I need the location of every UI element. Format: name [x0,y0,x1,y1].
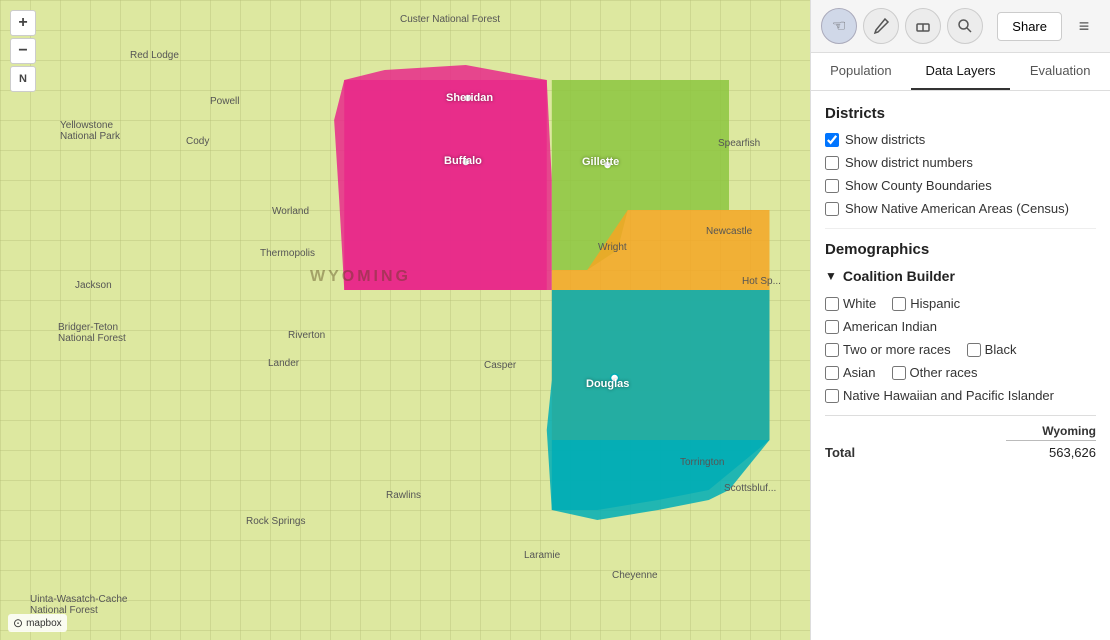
show-districts-checkbox[interactable] [825,133,839,147]
american-indian-checkbox[interactable] [825,320,839,334]
american-indian-item: American Indian [825,319,937,334]
zoom-in-button[interactable]: + [10,10,36,36]
coalition-builder-header: ▼ Coalition Builder [825,268,1096,284]
right-panel: ☜ Share ≡ Population Data Layers Evaluat… [810,0,1110,640]
show-district-numbers-row: Show district numbers [825,155,1096,170]
search-tool-button[interactable] [947,8,983,44]
other-races-checkbox[interactable] [892,366,906,380]
hispanic-item: Hispanic [892,296,960,311]
demographics-row-4: Asian Other races [825,365,1096,380]
white-label: White [843,296,876,311]
tab-data-layers[interactable]: Data Layers [911,53,1011,90]
two-or-more-checkbox[interactable] [825,343,839,357]
asian-item: Asian [825,365,876,380]
show-districts-row: Show districts [825,132,1096,147]
two-or-more-item: Two or more races [825,342,951,357]
total-column: Wyoming 563,626 [1006,424,1096,460]
show-native-american-label: Show Native American Areas (Census) [845,201,1069,216]
eraser-tool-button[interactable] [905,8,941,44]
show-native-american-checkbox[interactable] [825,202,839,216]
black-checkbox[interactable] [967,343,981,357]
show-county-boundaries-row: Show County Boundaries [825,178,1096,193]
show-county-boundaries-checkbox[interactable] [825,179,839,193]
pencil-tool-button[interactable] [863,8,899,44]
native-hawaiian-checkbox[interactable] [825,389,839,403]
black-item: Black [967,342,1017,357]
show-district-numbers-checkbox[interactable] [825,156,839,170]
other-races-item: Other races [892,365,978,380]
demographics-section: Demographics ▼ Coalition Builder White H… [825,241,1096,403]
panel-content: Districts Show districts Show district n… [811,91,1110,640]
hand-tool-button[interactable]: ☜ [821,8,857,44]
coalition-builder-label: Coalition Builder [843,268,955,284]
show-county-boundaries-label: Show County Boundaries [845,178,992,193]
coalition-arrow-icon: ▼ [825,269,837,283]
two-or-more-label: Two or more races [843,342,951,357]
asian-label: Asian [843,365,876,380]
demographics-row-5: Native Hawaiian and Pacific Islander [825,388,1096,403]
mapbox-logo: ⊙ mapbox [8,614,67,632]
total-column-value: 563,626 [1006,445,1096,460]
section-divider [825,228,1096,229]
native-hawaiian-item: Native Hawaiian and Pacific Islander [825,388,1054,403]
menu-button[interactable]: ≡ [1068,10,1100,42]
show-district-numbers-label: Show district numbers [845,155,973,170]
districts-title: Districts [825,105,1096,122]
black-label: Black [985,342,1017,357]
white-checkbox[interactable] [825,297,839,311]
total-label: Total [825,445,1006,460]
demographics-row-2: American Indian [825,319,1096,334]
north-button[interactable]: N [10,66,36,92]
tab-evaluation[interactable]: Evaluation [1010,53,1110,90]
hispanic-checkbox[interactable] [892,297,906,311]
show-native-american-row: Show Native American Areas (Census) [825,201,1096,216]
total-row: Total Wyoming 563,626 [825,415,1096,460]
districts-layer [0,0,810,640]
other-races-label: Other races [910,365,978,380]
demographics-row-1: White Hispanic [825,296,1096,311]
demographics-row-3: Two or more races Black [825,342,1096,357]
american-indian-label: American Indian [843,319,937,334]
total-column-header: Wyoming [1006,424,1096,441]
demographics-title: Demographics [825,241,1096,258]
share-button[interactable]: Share [997,12,1062,41]
tab-bar: Population Data Layers Evaluation [811,53,1110,91]
show-districts-label: Show districts [845,132,925,147]
map-area[interactable]: Custer National Forest Red Lodge Powell … [0,0,810,640]
districts-section: Districts Show districts Show district n… [825,105,1096,216]
native-hawaiian-label: Native Hawaiian and Pacific Islander [843,388,1054,403]
toolbar: ☜ Share ≡ [811,0,1110,53]
asian-checkbox[interactable] [825,366,839,380]
tab-population[interactable]: Population [811,53,911,90]
map-controls: + − N [10,10,36,92]
hispanic-label: Hispanic [910,296,960,311]
white-item: White [825,296,876,311]
zoom-out-button[interactable]: − [10,38,36,64]
